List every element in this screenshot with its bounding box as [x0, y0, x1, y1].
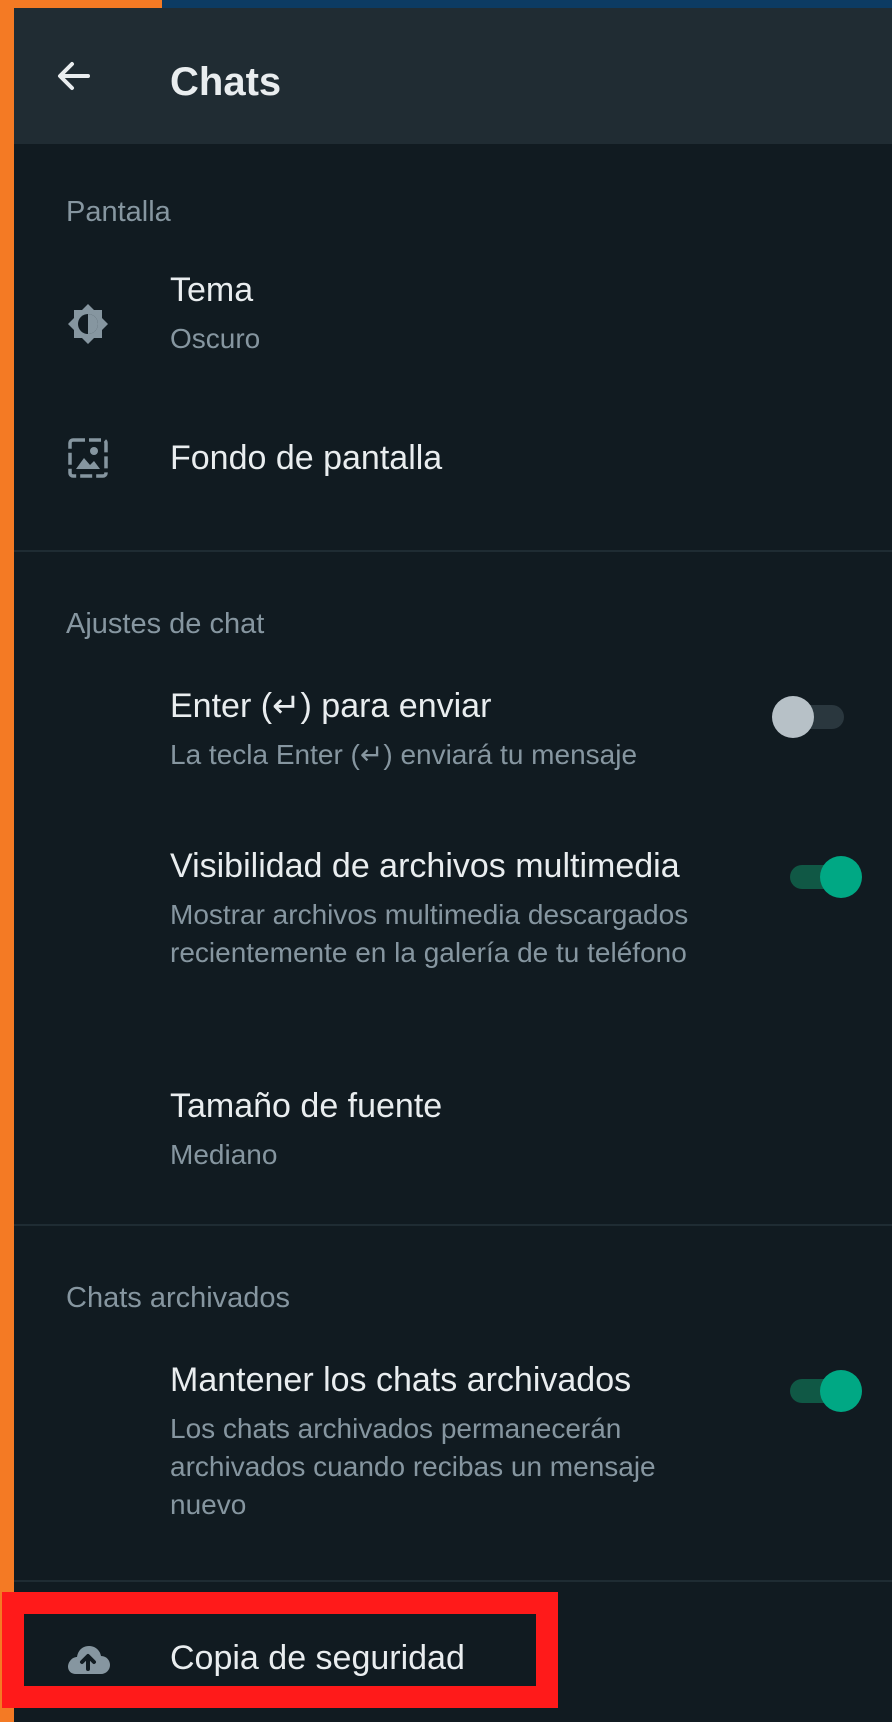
- back-button[interactable]: [50, 52, 98, 100]
- media-visibility-setting[interactable]: Visibilidad de archivos multimedia Mostr…: [14, 836, 892, 1016]
- keep-archived-description: Los chats archivados permanecerán archiv…: [170, 1413, 656, 1520]
- arrow-back-icon: [58, 62, 90, 90]
- section-header-archived: Chats archivados: [66, 1282, 291, 1314]
- chats-settings-screen: Chats Pantalla Tema Oscuro Fondo de pant…: [14, 8, 892, 1722]
- font-size-value: Mediano: [170, 1139, 278, 1170]
- status-bar-strip: [162, 0, 892, 8]
- enter-to-send-description: La tecla Enter (↵) enviará tu mensaje: [170, 739, 638, 770]
- theme-title: Tema: [170, 271, 254, 309]
- wallpaper-icon: [66, 436, 110, 480]
- backup-title: Copia de seguridad: [170, 1639, 465, 1677]
- app-bar: Chats: [14, 8, 892, 144]
- backup-setting[interactable]: Copia de seguridad: [14, 1610, 892, 1710]
- toggle-thumb: [772, 696, 814, 738]
- theme-setting[interactable]: Tema Oscuro: [14, 256, 892, 380]
- brightness-icon: [66, 302, 110, 346]
- section-divider: [14, 1580, 892, 1582]
- toggle-thumb: [820, 1370, 862, 1412]
- enter-to-send-title: Enter (↵) para enviar: [170, 687, 492, 725]
- keep-archived-toggle[interactable]: [790, 1370, 862, 1412]
- frame-left-border: [0, 0, 14, 1722]
- font-size-title: Tamaño de fuente: [170, 1087, 443, 1125]
- page-title: Chats: [170, 60, 282, 104]
- enter-to-send-toggle[interactable]: [772, 696, 844, 738]
- enter-to-send-setting[interactable]: Enter (↵) para enviar La tecla Enter (↵)…: [14, 676, 892, 788]
- section-header-display: Pantalla: [66, 196, 171, 228]
- media-visibility-description: Mostrar archivos multimedia descargados …: [170, 899, 689, 968]
- section-divider: [14, 1224, 892, 1226]
- theme-value: Oscuro: [170, 323, 261, 354]
- keep-archived-setting[interactable]: Mantener los chats archivados Los chats …: [14, 1350, 892, 1530]
- media-visibility-title: Visibilidad de archivos multimedia: [170, 847, 680, 885]
- frame-top-border: [0, 0, 162, 8]
- font-size-setting[interactable]: Tamaño de fuente Mediano: [14, 1072, 892, 1184]
- keep-archived-title: Mantener los chats archivados: [170, 1361, 632, 1399]
- toggle-thumb: [820, 856, 862, 898]
- wallpaper-setting[interactable]: Fondo de pantalla: [14, 408, 892, 508]
- section-header-chat-settings: Ajustes de chat: [66, 608, 265, 640]
- media-visibility-toggle[interactable]: [790, 856, 862, 898]
- wallpaper-title: Fondo de pantalla: [170, 439, 443, 477]
- cloud-upload-icon: [64, 1638, 112, 1682]
- section-divider: [14, 550, 892, 552]
